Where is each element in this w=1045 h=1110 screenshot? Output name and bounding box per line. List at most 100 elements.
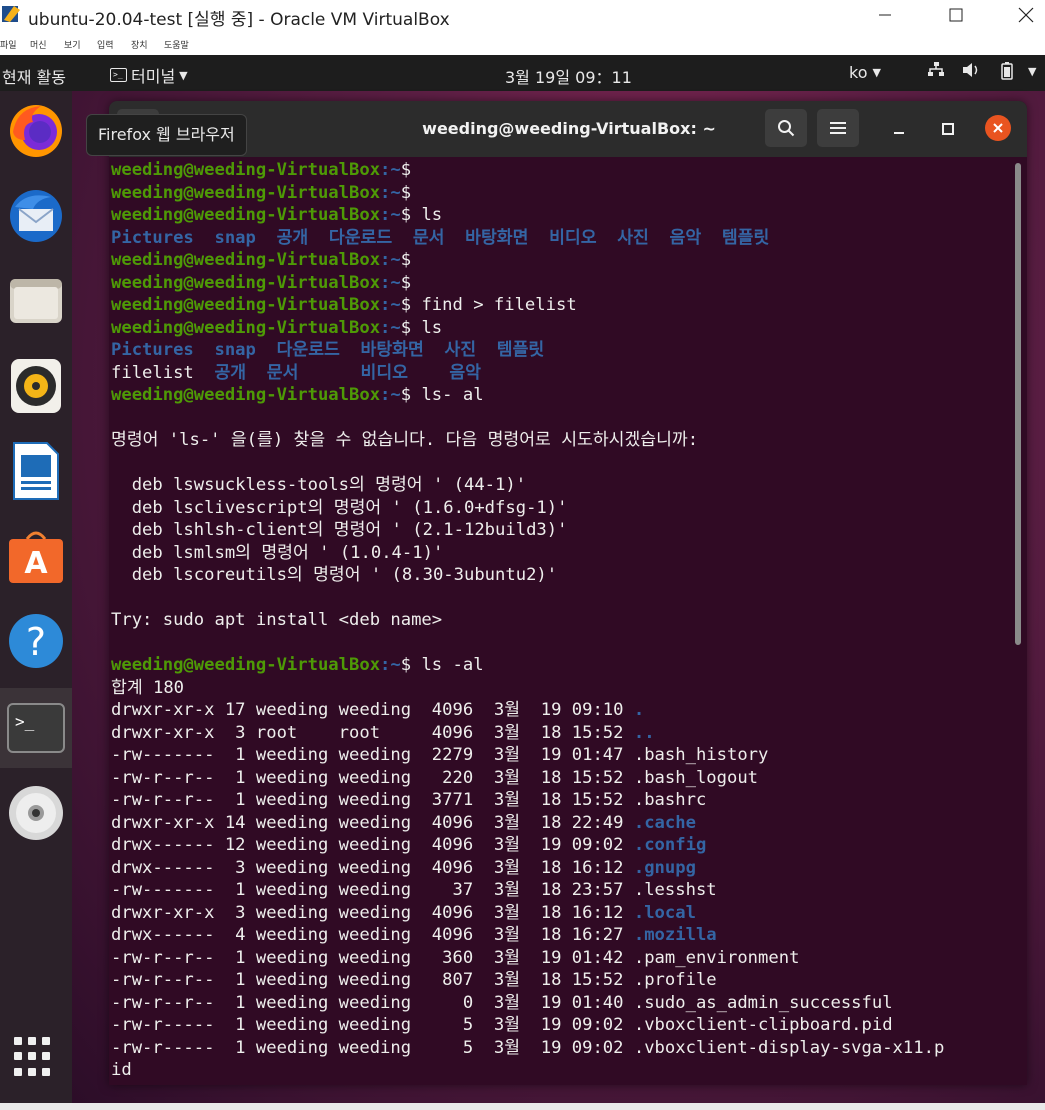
dock-rhythmbox[interactable] — [0, 346, 72, 426]
file-attributes: -rw-r--r-- 1 weeding weeding 3771 3월 18 … — [111, 790, 634, 810]
activities-button[interactable]: 현재 활동 — [2, 64, 66, 88]
dock-libreoffice-writer[interactable] — [0, 431, 72, 511]
terminal-scrollbar[interactable] — [1015, 163, 1021, 645]
ls-al-row: drwx------ 3 weeding weeding 4096 3월 18 … — [111, 857, 1011, 880]
output-line: deb lshlsh-client의 명령어 ' (2.1-12build3)' — [111, 519, 1011, 542]
directory-name: .config — [633, 835, 707, 855]
directory-name: .local — [633, 902, 696, 923]
dock-help[interactable]: ? — [0, 601, 72, 681]
vbox-titlebar: ubuntu-20.04-test [실행 중] - Oracle VM Vir… — [0, 0, 1045, 32]
file-name: filelist — [111, 362, 215, 383]
directory-names: Pictures snap 다운로드 바탕화면 사진 템플릿 — [111, 340, 545, 360]
prompt-path: :~ — [380, 317, 401, 338]
prompt-path: :~ — [380, 182, 401, 203]
prompt-user: weeding@weeding-VirtualBox — [111, 205, 381, 225]
prompt-user: weeding@weeding-VirtualBox — [111, 272, 381, 293]
menu-view[interactable]: 보기 — [64, 38, 81, 51]
close-window-button[interactable] — [1003, 0, 1045, 30]
file-name: .bash_logout — [633, 767, 759, 788]
maximize-button[interactable] — [933, 0, 979, 30]
help-icon: ? — [9, 614, 63, 668]
input-method-indicator[interactable]: ko ▼ — [849, 63, 881, 82]
output-line: Try: sudo apt install <deb name> — [111, 609, 1011, 632]
battery-icon[interactable] — [1001, 62, 1013, 84]
ls-al-row: -rw-r--r-- 1 weeding weeding 0 3월 19 01:… — [111, 992, 1011, 1015]
minimize-button[interactable] — [862, 0, 908, 30]
show-applications-icon[interactable] — [14, 1037, 54, 1077]
terminal-window: weeding@weeding-VirtualBox: ~ weeding@we… — [109, 101, 1027, 1085]
output-text: id — [111, 1060, 132, 1080]
file-attributes: -rw-r--r-- 1 weeding weeding 220 3월 18 1… — [111, 767, 634, 788]
dock-terminal[interactable]: >_ — [0, 688, 72, 768]
menu-button[interactable] — [817, 109, 859, 147]
file-attributes: drwxr-xr-x 14 weeding weeding 4096 3월 18… — [111, 812, 634, 833]
dock-files[interactable] — [0, 261, 72, 341]
file-attributes: drwx------ 4 weeding weeding 4096 3월 18 … — [111, 925, 634, 945]
virtualbox-app-icon — [0, 2, 22, 24]
output-text: Try: sudo apt install <deb name> — [111, 610, 443, 630]
vbox-window-title: ubuntu-20.04-test [실행 중] - Oracle VM Vir… — [28, 10, 450, 30]
output-line: deb lsclivescript의 명령어 ' (1.6.0+dfsg-1)' — [111, 497, 1011, 520]
command-text: ls — [411, 205, 443, 225]
system-menu-arrow-icon[interactable]: ▼ — [1028, 65, 1036, 78]
directory-name: .mozilla — [633, 925, 717, 945]
terminal-output[interactable]: weeding@weeding-VirtualBox:~$ weeding@wee… — [111, 159, 1011, 1085]
app-menu-label: 터미널 — [131, 67, 176, 86]
output-line: deb lscoreutils의 명령어 ' (8.30-3ubuntu2)' — [111, 564, 1011, 587]
clock[interactable]: 3월 19일 09：11 — [505, 64, 632, 88]
ubuntu-dock: A ? >_ — [0, 91, 72, 1110]
prompt-line: weeding@weeding-VirtualBox:~$ — [111, 182, 1011, 205]
prompt-user: weeding@weeding-VirtualBox — [111, 295, 381, 315]
app-menu[interactable]: >_ 터미널 ▼ — [110, 63, 188, 87]
output-text: deb lshlsh-client의 명령어 ' (2.1-12build3)' — [111, 520, 568, 540]
prompt-user: weeding@weeding-VirtualBox — [111, 655, 381, 675]
dock-thunderbird[interactable] — [0, 176, 72, 256]
terminal-minimize-button[interactable] — [885, 115, 913, 143]
file-name: .profile — [633, 970, 717, 990]
firefox-icon — [10, 105, 62, 157]
prompt-user: weeding@weeding-VirtualBox — [111, 250, 381, 270]
menu-help[interactable]: 도움말 — [164, 38, 189, 51]
search-icon — [778, 120, 795, 137]
prompt-symbol: $ — [400, 205, 412, 225]
ls-output-line: filelist 공개 문서 비디오 음악 — [111, 362, 1011, 385]
command-text: ls -al — [411, 655, 484, 675]
prompt-symbol: $ — [400, 295, 412, 315]
svg-text:A: A — [24, 546, 48, 581]
thunderbird-icon — [10, 190, 62, 242]
file-name: .pam_environment — [633, 947, 800, 968]
menu-file[interactable]: 파일 — [0, 38, 17, 51]
dock-dvd[interactable] — [0, 773, 72, 853]
file-name: .vboxclient-clipboard.pid — [633, 1015, 893, 1035]
ls-al-row: drwxr-xr-x 17 weeding weeding 4096 3월 19… — [111, 699, 1011, 722]
software-center-icon: A — [9, 531, 63, 583]
prompt-symbol: $ — [400, 182, 412, 203]
prompt-symbol: $ — [400, 655, 412, 675]
file-attributes: drwx------ 12 weeding weeding 4096 3월 19… — [111, 835, 634, 855]
terminal-maximize-button[interactable] — [934, 115, 962, 143]
file-attributes: -rw------- 1 weeding weeding 37 3월 18 23… — [111, 880, 634, 900]
menu-input[interactable]: 입력 — [97, 38, 114, 51]
file-attributes: -rw-r--r-- 1 weeding weeding 807 3월 18 1… — [111, 970, 634, 990]
prompt-user: weeding@weeding-VirtualBox — [111, 160, 381, 180]
dock-firefox[interactable] — [0, 91, 72, 171]
ls-al-row: -rw-r----- 1 weeding weeding 5 3월 19 09:… — [111, 1037, 1011, 1060]
prompt-path: :~ — [380, 655, 401, 675]
prompt-line: weeding@weeding-VirtualBox:~$ ls -al — [111, 654, 1011, 677]
directory-name: .cache — [633, 812, 696, 833]
ls-output-line: Pictures snap 공개 다운로드 문서 바탕화면 비디오 사진 음악 … — [111, 227, 1011, 250]
terminal-icon: >_ — [7, 703, 65, 753]
network-icon[interactable] — [927, 62, 945, 82]
prompt-path: :~ — [380, 250, 401, 270]
terminal-close-button[interactable] — [985, 115, 1011, 141]
prompt-line: weeding@weeding-VirtualBox:~$ find > fil… — [111, 294, 1011, 317]
dock-software[interactable]: A — [0, 516, 72, 596]
volume-icon[interactable] — [962, 62, 982, 82]
search-button[interactable] — [765, 109, 807, 147]
prompt-symbol: $ — [400, 385, 412, 405]
menu-devices[interactable]: 장치 — [131, 38, 148, 51]
menu-machine[interactable]: 머신 — [30, 38, 47, 51]
ls-al-row: -rw-r--r-- 1 weeding weeding 360 3월 19 0… — [111, 947, 1011, 970]
ls-al-row: -rw------- 1 weeding weeding 37 3월 18 23… — [111, 879, 1011, 902]
